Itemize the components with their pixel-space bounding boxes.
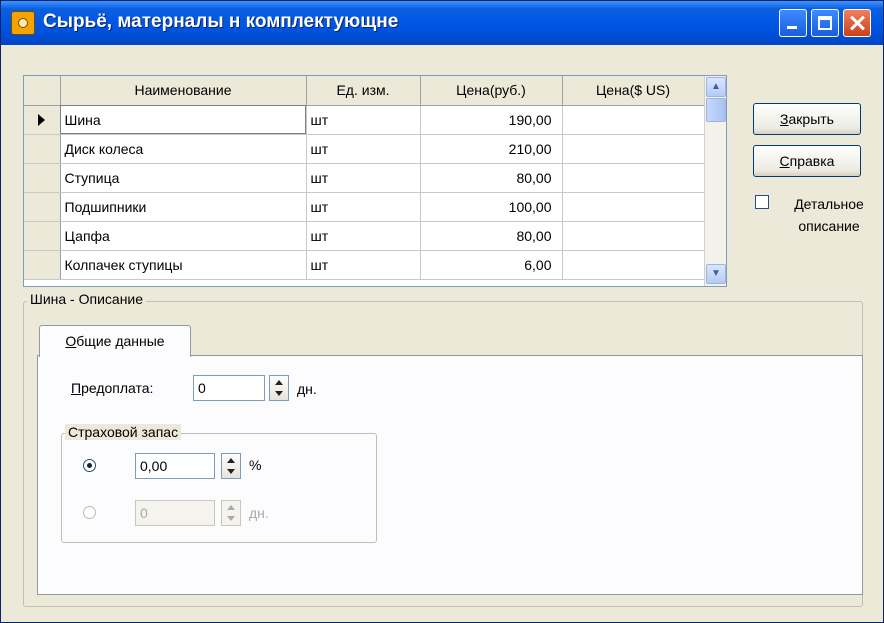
cell-price-usd[interactable] — [562, 105, 705, 135]
cell-name[interactable]: Цапфа — [60, 221, 307, 251]
spin-down-icon — [227, 469, 235, 474]
safety-stock-groupbox — [61, 433, 377, 543]
table-row[interactable]: Диск колеса шт 210,00 — [24, 134, 705, 164]
close-button[interactable]: Закрыть — [753, 103, 861, 135]
table-row[interactable]: Шина шт 190,00 — [24, 105, 705, 135]
prepay-text: редоплата: — [81, 380, 154, 396]
cell-price-usd[interactable] — [562, 221, 705, 251]
row-indicator[interactable] — [24, 163, 61, 193]
cell-unit[interactable]: шт — [306, 192, 421, 222]
tab-label: бщие данные — [76, 333, 165, 349]
cell-name[interactable]: Подшипники — [60, 192, 307, 222]
row-indicator[interactable] — [24, 134, 61, 164]
row-indicator-header — [24, 76, 61, 106]
window-title: Сырьё, матерналы н комплектующне — [43, 11, 399, 32]
prepayment-label: Предоплата: — [71, 380, 153, 396]
column-header-unit[interactable]: Ед. изм. — [306, 76, 421, 106]
table-row[interactable]: Подшипники шт 100,00 — [24, 192, 705, 222]
reserve-days-unit: дн. — [249, 505, 269, 521]
reserve-days-spinner[interactable] — [221, 500, 241, 526]
description-title: Шина - Описание — [27, 291, 147, 307]
row-indicator[interactable] — [24, 192, 61, 222]
grid-vertical-scrollbar[interactable]: ▲ ▼ — [704, 76, 726, 286]
materials-grid[interactable]: Наименование Ед. изм. Цена(руб.) Цена($ … — [23, 75, 727, 287]
minimize-button[interactable] — [779, 9, 807, 37]
cell-name[interactable]: Ступица — [60, 163, 307, 193]
prepayment-unit: дн. — [297, 381, 317, 397]
cell-unit[interactable]: шт — [306, 221, 421, 251]
row-indicator[interactable] — [24, 105, 61, 135]
cell-price-usd[interactable] — [562, 134, 705, 164]
current-row-arrow-icon — [38, 113, 45, 126]
scroll-down-arrow-icon[interactable]: ▼ — [706, 264, 726, 284]
close-button-accel: З — [780, 111, 789, 127]
prepay-accel: П — [71, 380, 82, 396]
prepayment-spinner[interactable] — [269, 375, 289, 401]
column-header-price-rub[interactable]: Цена(руб.) — [420, 76, 563, 106]
title-bar[interactable]: Сырьё, матерналы н комплектующне — [1, 1, 883, 45]
column-header-price-usd[interactable]: Цена($ US) — [562, 76, 705, 106]
row-indicator[interactable] — [24, 250, 61, 280]
cell-price-rub[interactable]: 80,00 — [420, 221, 563, 251]
detail-line1: етальное — [803, 196, 864, 212]
cell-price-usd[interactable] — [562, 163, 705, 193]
cell-price-rub[interactable]: 100,00 — [420, 192, 563, 222]
cell-unit[interactable]: шт — [306, 134, 421, 164]
reserve-percent-spinner[interactable] — [221, 453, 241, 479]
reserve-days-input[interactable]: 0 — [135, 500, 215, 526]
cell-unit[interactable]: шт — [306, 163, 421, 193]
detail-line2: описание — [798, 218, 860, 234]
spin-down-icon — [227, 516, 235, 521]
cell-name[interactable]: Колпачек ступицы — [60, 250, 307, 280]
reserve-percent-unit: % — [249, 457, 262, 473]
help-button-label: правка — [789, 153, 835, 169]
cell-name[interactable]: Диск колеса — [60, 134, 307, 164]
cell-name[interactable]: Шина — [60, 105, 307, 135]
table-row[interactable]: Ступица шт 80,00 — [24, 163, 705, 193]
spin-up-icon — [227, 505, 235, 510]
safety-stock-title: Страховой запас — [65, 424, 182, 440]
cell-price-rub[interactable]: 6,00 — [420, 250, 563, 280]
spin-down-icon — [275, 391, 283, 396]
reserve-percent-radio[interactable] — [83, 459, 96, 472]
cell-price-rub[interactable]: 80,00 — [420, 163, 563, 193]
app-icon — [11, 11, 35, 35]
spin-up-icon — [227, 458, 235, 463]
cell-unit[interactable]: шт — [306, 105, 421, 135]
row-indicator[interactable] — [24, 221, 61, 251]
help-button-accel: С — [779, 153, 790, 169]
detailed-description-label[interactable]: Детальное описание — [775, 193, 883, 237]
scroll-up-arrow-icon[interactable]: ▲ — [706, 77, 726, 97]
prepayment-input[interactable]: 0 — [193, 375, 265, 401]
close-window-button[interactable] — [843, 9, 871, 37]
tab-accel: О — [65, 333, 77, 349]
materials-dialog: Сырьё, матерналы н комплектующне Наимено… — [0, 0, 884, 623]
tab-general-data[interactable]: Общие данные — [39, 325, 191, 357]
maximize-button[interactable] — [811, 9, 839, 37]
help-button[interactable]: Справка — [753, 145, 861, 177]
cell-price-usd[interactable] — [562, 192, 705, 222]
cell-price-rub[interactable]: 190,00 — [420, 105, 563, 135]
detail-accel: Д — [794, 196, 804, 212]
cell-price-usd[interactable] — [562, 250, 705, 280]
detailed-description-checkbox[interactable] — [755, 195, 769, 209]
close-button-label: акрыть — [788, 111, 834, 127]
cell-unit[interactable]: шт — [306, 250, 421, 280]
column-header-name[interactable]: Наименование — [60, 76, 307, 106]
reserve-percent-input[interactable]: 0,00 — [135, 453, 215, 479]
cell-price-rub[interactable]: 210,00 — [420, 134, 563, 164]
spin-up-icon — [275, 380, 283, 385]
table-row[interactable]: Колпачек ступицы шт 6,00 — [24, 250, 705, 280]
table-row[interactable]: Цапфа шт 80,00 — [24, 221, 705, 251]
reserve-days-radio[interactable] — [83, 506, 96, 519]
scroll-thumb[interactable] — [706, 98, 726, 122]
